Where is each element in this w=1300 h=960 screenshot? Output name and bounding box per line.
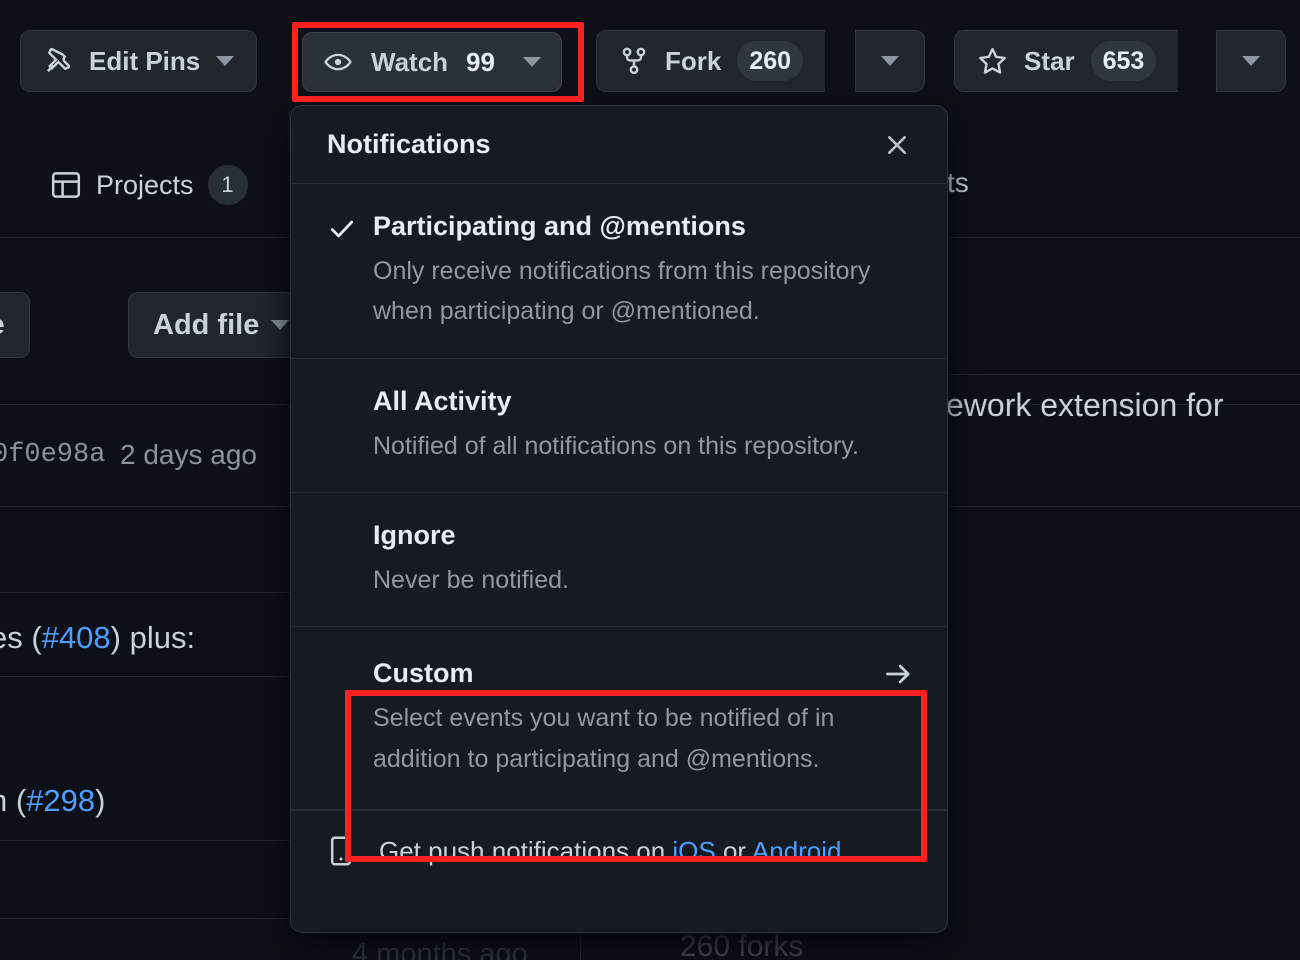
watch-button[interactable]: Watch 99: [302, 32, 562, 92]
divider: [0, 676, 300, 677]
eye-icon: [323, 47, 353, 77]
footer-commit-time: 4 months ago: [352, 938, 528, 960]
option-title: Custom: [373, 657, 474, 691]
android-link[interactable]: Android: [752, 836, 842, 866]
option-title: Participating and @mentions: [373, 210, 746, 244]
check-icon: [327, 210, 373, 332]
go-to-file-button[interactable]: o file: [0, 292, 30, 358]
fork-dropdown-button[interactable]: [855, 30, 925, 92]
about-description-partial: ework extension for: [946, 387, 1223, 424]
watch-label: Watch: [371, 47, 448, 78]
chevron-down-icon: [881, 56, 899, 66]
star-count: 653: [1091, 41, 1157, 81]
option-description: Only receive notifications from this rep…: [373, 251, 913, 332]
table-icon: [50, 169, 82, 201]
chevron-down-icon: [216, 56, 234, 66]
screenshot-root: Edit Pins Watch 99: [0, 0, 1300, 960]
watch-count: 99: [466, 47, 495, 78]
commit-sha[interactable]: 0f0e98a: [0, 440, 105, 470]
release-note-text: n (: [0, 783, 26, 818]
push-suffix: .: [842, 836, 849, 866]
chevron-down-icon: [1242, 56, 1260, 66]
pin-icon: [43, 46, 73, 76]
commit-time: 2 days ago: [120, 439, 257, 471]
go-to-file-label: o file: [0, 309, 5, 342]
star-icon: [977, 46, 1008, 77]
nav-projects-label: Projects: [96, 170, 194, 201]
fork-label: Fork: [665, 46, 721, 77]
option-description: Never be notified.: [373, 560, 913, 601]
release-note-line-2: n (#298): [0, 783, 105, 819]
footer-forks-count: 260 forks: [680, 930, 803, 960]
nav-item-projects[interactable]: Projects 1: [50, 165, 248, 205]
star-button[interactable]: Star 653: [954, 30, 1178, 92]
dropdown-title: Notifications: [327, 129, 491, 160]
chevron-down-icon: [523, 57, 541, 67]
divider: [948, 237, 1300, 238]
release-note-suffix: ) plus:: [111, 620, 195, 655]
edit-pins-label: Edit Pins: [89, 46, 200, 77]
release-note-text: es (: [0, 620, 42, 655]
fork-button[interactable]: Fork 260: [596, 30, 825, 92]
close-icon[interactable]: [877, 125, 917, 165]
check-placeholder: [327, 385, 373, 466]
check-placeholder: [327, 519, 373, 600]
notification-option-all-activity[interactable]: All Activity Notified of all notificatio…: [291, 359, 947, 493]
notification-option-participating[interactable]: Participating and @mentions Only receive…: [291, 184, 947, 359]
dropdown-header: Notifications: [291, 106, 947, 184]
release-note-suffix: ): [95, 783, 105, 818]
dropdown-footer: Get push notifications on iOS or Android…: [291, 810, 947, 891]
nav-item-insights-partial[interactable]: ts: [947, 167, 969, 199]
nav-projects-count: 1: [208, 165, 248, 205]
divider: [0, 840, 300, 841]
issue-link-408[interactable]: #408: [42, 620, 111, 655]
chevron-down-icon: [271, 320, 289, 330]
notification-option-ignore[interactable]: Ignore Never be notified.: [291, 493, 947, 627]
push-notifications-text: Get push notifications on iOS or Android…: [379, 836, 849, 867]
release-note-line-1: es (#408) plus:: [0, 620, 195, 656]
divider: [948, 374, 1300, 375]
edit-pins-button[interactable]: Edit Pins: [20, 30, 257, 92]
push-conjunction: or: [716, 836, 752, 866]
fork-count: 260: [737, 41, 803, 81]
star-label: Star: [1024, 46, 1075, 77]
divider: [0, 237, 300, 238]
push-prefix: Get push notifications on: [379, 836, 672, 866]
option-description: Select events you want to be notified of…: [373, 698, 913, 779]
divider: [0, 592, 300, 593]
option-title: All Activity: [373, 385, 512, 419]
divider: [0, 918, 300, 919]
add-file-button[interactable]: Add file: [128, 292, 314, 358]
star-dropdown-button[interactable]: [1216, 30, 1286, 92]
add-file-label: Add file: [153, 309, 259, 342]
notification-option-custom[interactable]: Custom Select events you want to be noti…: [291, 627, 947, 810]
ios-link[interactable]: iOS: [672, 836, 715, 866]
device-mobile-icon: [325, 835, 357, 867]
arrow-right-icon: [883, 659, 913, 689]
notifications-dropdown: Notifications Participating and @mention…: [290, 105, 948, 933]
check-placeholder: [327, 657, 373, 779]
option-description: Notified of all notifications on this re…: [373, 426, 913, 467]
option-title: Ignore: [373, 519, 456, 553]
fork-icon: [619, 46, 649, 76]
issue-link-298[interactable]: #298: [26, 783, 95, 818]
